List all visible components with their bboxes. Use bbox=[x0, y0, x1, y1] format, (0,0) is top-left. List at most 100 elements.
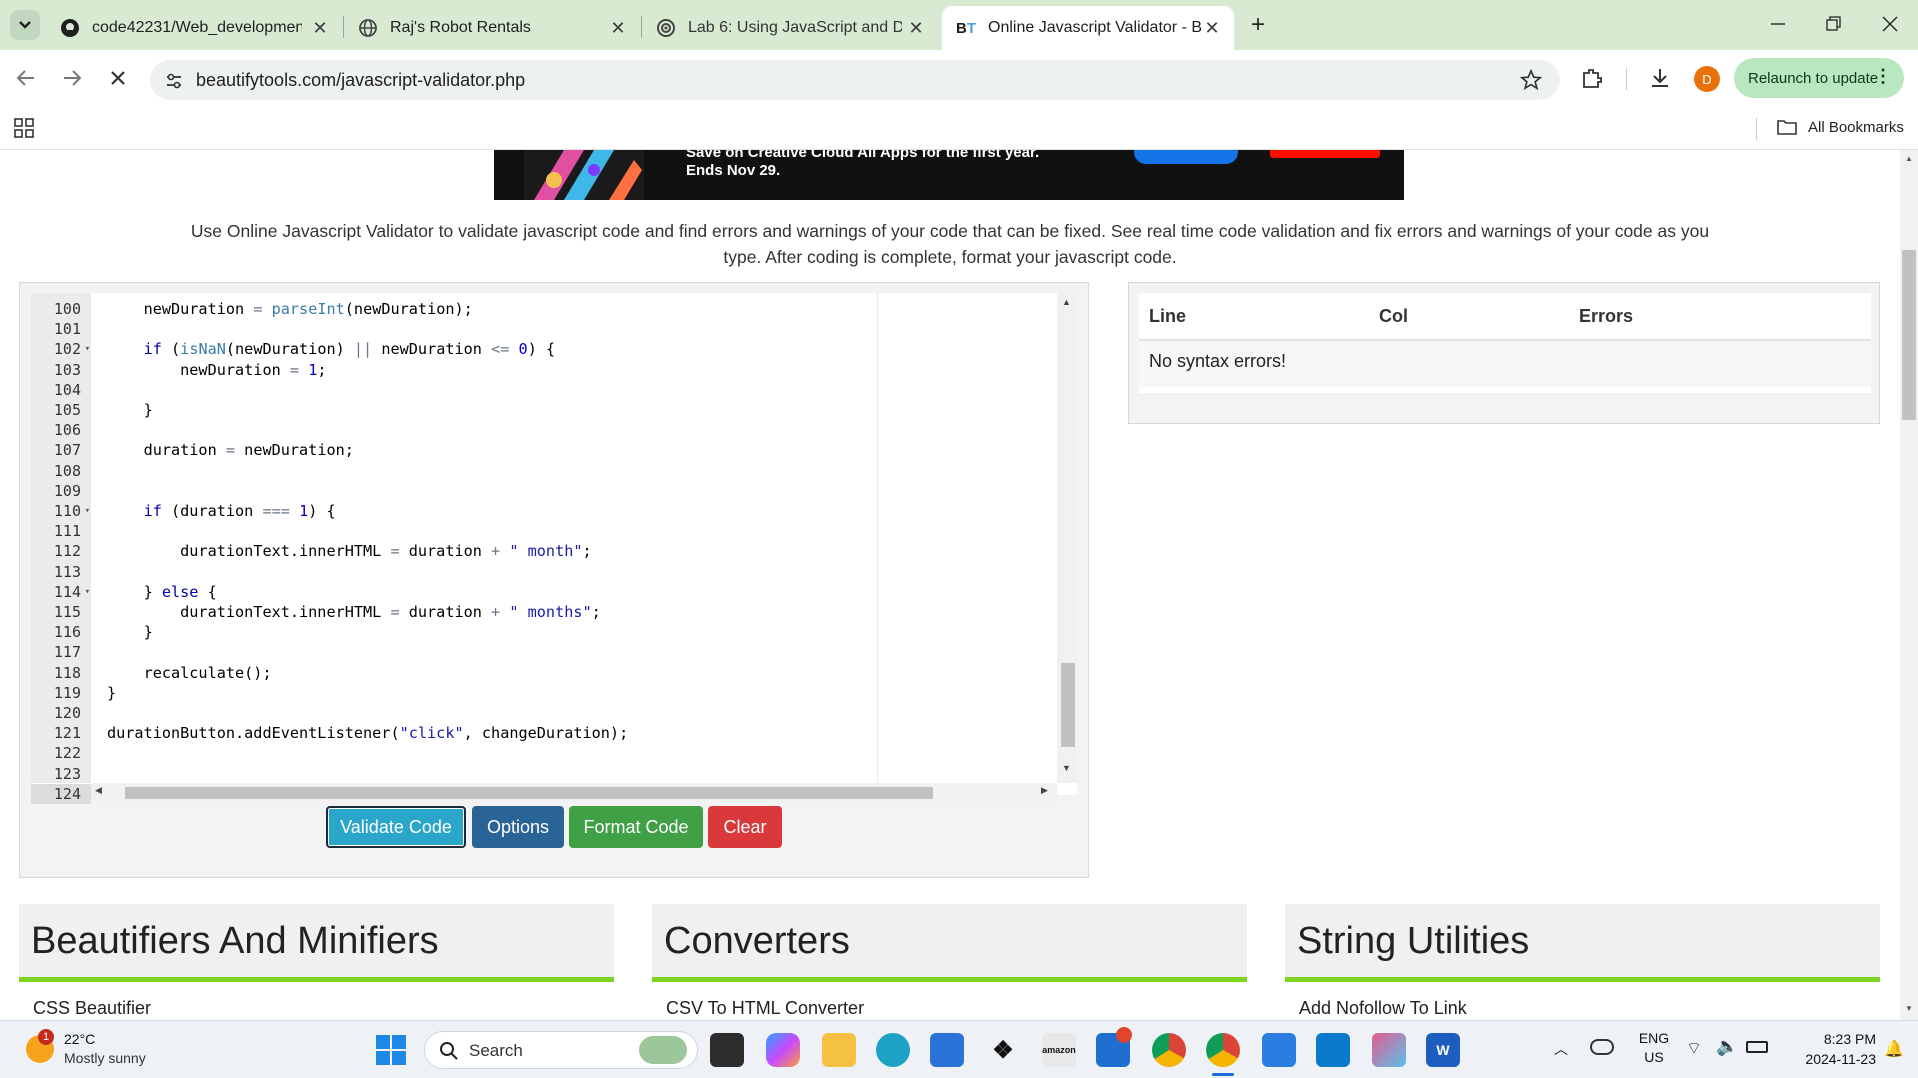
notifications-bell-icon[interactable]: 🔔 bbox=[1884, 1039, 1904, 1059]
scroll-up-arrow-icon[interactable]: ▲ bbox=[1062, 297, 1071, 307]
editor-vertical-scrollbar[interactable]: ▲ ▼ bbox=[1057, 293, 1077, 783]
pinned-app-icon[interactable] bbox=[1372, 1033, 1406, 1067]
scroll-right-arrow-icon[interactable]: ▶ bbox=[1041, 785, 1048, 796]
code-line[interactable]: if (isNaN(newDuration) || newDuration <=… bbox=[107, 339, 556, 359]
code-line[interactable]: newDuration = parseInt(newDuration); bbox=[107, 299, 473, 319]
profile-avatar[interactable]: D bbox=[1694, 66, 1720, 92]
all-bookmarks-button[interactable]: All Bookmarks bbox=[1776, 118, 1904, 136]
weather-widget[interactable]: 1 22°C Mostly sunny bbox=[26, 1029, 176, 1071]
fold-arrow-icon[interactable]: ▾ bbox=[85, 339, 90, 359]
close-window-button[interactable] bbox=[1880, 14, 1900, 34]
copilot-icon[interactable] bbox=[766, 1033, 800, 1067]
page-vertical-scrollbar[interactable]: ▲ ▼ bbox=[1900, 150, 1918, 1020]
card-link[interactable]: CSS Beautifier bbox=[33, 998, 151, 1019]
tab-github[interactable]: code42231/Web_development ✕ bbox=[46, 6, 342, 50]
code-line[interactable]: } bbox=[107, 683, 116, 703]
language-indicator[interactable]: ENG US bbox=[1636, 1029, 1672, 1067]
editor-horizontal-scroll-thumb[interactable] bbox=[125, 787, 933, 799]
close-icon[interactable]: ✕ bbox=[906, 18, 926, 39]
code-line[interactable]: durationButton.addEventListener("click",… bbox=[107, 723, 628, 743]
dropbox-icon[interactable]: ❖ bbox=[986, 1033, 1020, 1067]
scroll-left-arrow-icon[interactable]: ◀ bbox=[95, 785, 102, 796]
bookmark-star-icon[interactable] bbox=[1519, 68, 1543, 96]
editor-horizontal-scrollbar[interactable]: ◀ ▶ bbox=[91, 783, 1057, 801]
new-tab-button[interactable]: + bbox=[1244, 12, 1272, 40]
fold-arrow-icon[interactable]: ▾ bbox=[85, 501, 90, 521]
volume-icon[interactable]: 🔈 bbox=[1716, 1036, 1738, 1057]
globe-icon bbox=[358, 18, 378, 38]
url-text[interactable]: beautifytools.com/javascript-validator.p… bbox=[196, 70, 525, 91]
back-button[interactable] bbox=[14, 66, 38, 95]
code-line[interactable]: } bbox=[107, 622, 153, 642]
close-icon bbox=[1882, 16, 1898, 32]
editor-vertical-scroll-thumb[interactable] bbox=[1061, 663, 1075, 747]
word-icon[interactable]: W bbox=[1426, 1033, 1460, 1067]
task-view-icon[interactable] bbox=[710, 1033, 744, 1067]
start-button[interactable] bbox=[376, 1035, 406, 1070]
show-hidden-icons[interactable]: ︿ bbox=[1554, 1039, 1568, 1059]
wifi-icon[interactable]: ⌔ bbox=[1686, 1038, 1702, 1059]
validate-code-button[interactable]: Validate Code bbox=[326, 806, 466, 848]
chrome-icon[interactable] bbox=[1152, 1033, 1186, 1067]
onedrive-icon[interactable] bbox=[1590, 1039, 1614, 1055]
tab-javascript-validator[interactable]: BT Online Javascript Validator - Be ✕ bbox=[942, 6, 1234, 50]
notepad-icon[interactable] bbox=[1262, 1033, 1296, 1067]
scroll-up-arrow-icon[interactable]: ▲ bbox=[1905, 154, 1913, 163]
course-icon bbox=[656, 18, 676, 38]
tab-lab-6[interactable]: Lab 6: Using JavaScript and Dep ✕ bbox=[642, 6, 938, 50]
puzzle-icon bbox=[1583, 69, 1602, 88]
code-line[interactable]: duration = newDuration; bbox=[107, 440, 354, 460]
search-icon bbox=[440, 1042, 458, 1060]
relaunch-button[interactable]: Relaunch to update ⋮ bbox=[1734, 58, 1904, 98]
code-line[interactable]: recalculate(); bbox=[107, 663, 272, 683]
fold-arrow-icon[interactable]: ▾ bbox=[85, 582, 90, 602]
forward-button[interactable] bbox=[60, 66, 84, 95]
code-line[interactable]: } bbox=[107, 400, 153, 420]
card-title: Beautifiers And Minifiers bbox=[31, 920, 439, 962]
address-bar[interactable]: beautifytools.com/javascript-validator.p… bbox=[150, 60, 1560, 100]
restore-button[interactable] bbox=[1824, 14, 1844, 34]
file-explorer-icon[interactable] bbox=[822, 1033, 856, 1067]
close-icon[interactable]: ✕ bbox=[608, 18, 628, 39]
downloads-button[interactable] bbox=[1648, 66, 1672, 95]
microsoft-store-icon[interactable] bbox=[930, 1033, 964, 1067]
code-line[interactable]: durationText.innerHTML = duration + " mo… bbox=[107, 602, 601, 622]
chrome-profile-icon[interactable] bbox=[1206, 1033, 1240, 1067]
code-line[interactable]: if (duration === 1) { bbox=[107, 501, 336, 521]
amazon-icon[interactable]: amazon bbox=[1042, 1033, 1076, 1067]
stop-loading-button[interactable] bbox=[106, 66, 130, 95]
site-info-icon[interactable] bbox=[164, 71, 184, 96]
vscode-icon[interactable] bbox=[1316, 1033, 1350, 1067]
code-line[interactable]: durationText.innerHTML = duration + " mo… bbox=[107, 541, 592, 561]
clear-button[interactable]: Clear bbox=[708, 806, 782, 848]
code-line[interactable]: newDuration = 1; bbox=[107, 360, 326, 380]
options-button[interactable]: Options bbox=[472, 806, 564, 848]
minimize-button[interactable] bbox=[1768, 14, 1788, 34]
edge-icon[interactable] bbox=[876, 1033, 910, 1067]
scroll-down-arrow-icon[interactable]: ▼ bbox=[1062, 763, 1071, 773]
scroll-down-arrow-icon[interactable]: ▼ bbox=[1905, 1004, 1913, 1013]
code-line[interactable]: } else { bbox=[107, 582, 217, 602]
results-table: Line Col Errors No syntax errors! bbox=[1139, 293, 1871, 393]
format-code-button[interactable]: Format Code bbox=[569, 806, 703, 848]
more-options-icon[interactable]: ⋮ bbox=[1874, 66, 1892, 87]
battery-icon[interactable] bbox=[1746, 1041, 1768, 1053]
clock[interactable]: 8:23 PM 2024-11-23 bbox=[1784, 1029, 1876, 1069]
close-icon[interactable]: ✕ bbox=[310, 18, 330, 39]
page-scroll-thumb[interactable] bbox=[1902, 250, 1916, 420]
ad-cta-button[interactable] bbox=[1134, 150, 1238, 164]
column-header-errors: Errors bbox=[1579, 306, 1634, 326]
close-icon[interactable]: ✕ bbox=[1202, 18, 1222, 39]
tab-search-button[interactable] bbox=[10, 10, 40, 40]
card-link[interactable]: Add Nofollow To Link bbox=[1299, 998, 1467, 1019]
bookmarks-bar: All Bookmarks bbox=[0, 108, 1918, 150]
card-link[interactable]: CSV To HTML Converter bbox=[666, 998, 864, 1019]
line-number: 122 bbox=[53, 744, 81, 763]
adobe-ad-banner[interactable]: Save on Creative Cloud All Apps for the … bbox=[494, 150, 1404, 200]
tab-robot-rentals[interactable]: Raj's Robot Rentals ✕ bbox=[344, 6, 640, 50]
code-editor[interactable]: 100 101 102 ▾ 103 104 105 106 107 108 109 110 ▾ 111 11… bbox=[31, 293, 1077, 804]
extensions-button[interactable] bbox=[1580, 66, 1604, 95]
card-header: String Utilities bbox=[1285, 904, 1880, 982]
apps-grid-icon[interactable] bbox=[14, 118, 34, 143]
taskbar-search[interactable]: Search bbox=[424, 1031, 698, 1069]
